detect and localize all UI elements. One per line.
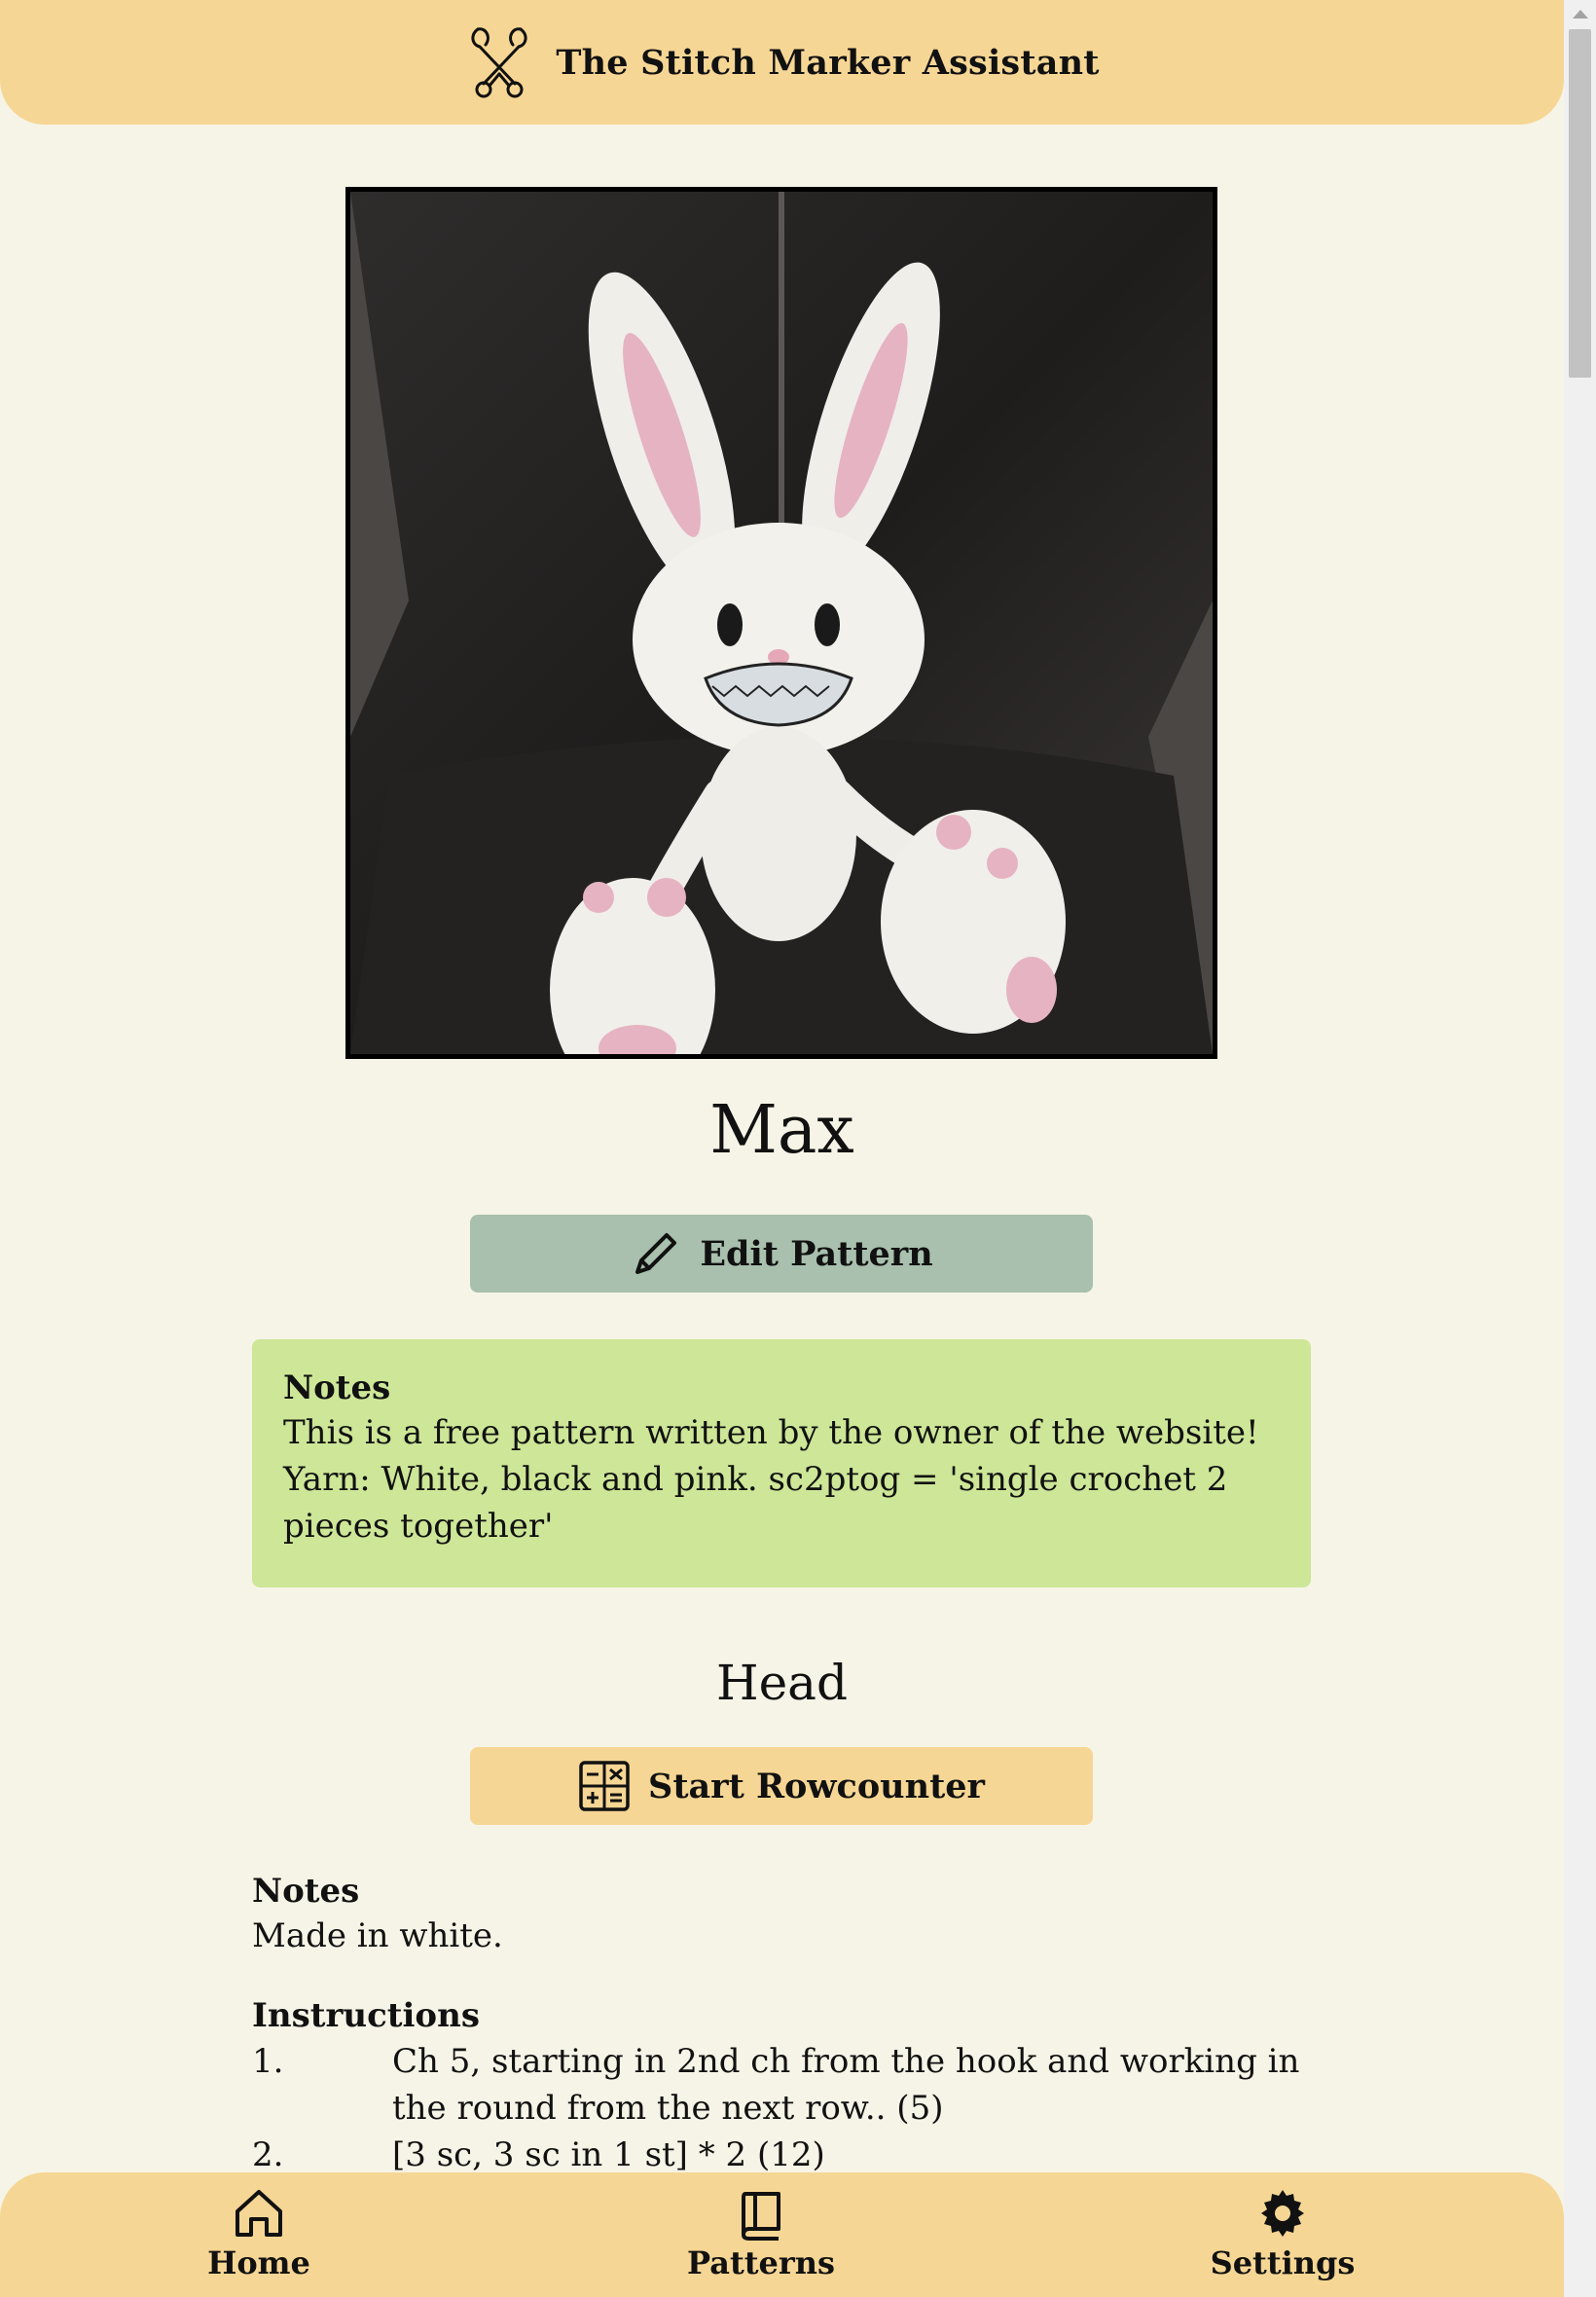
instruction-text: [3 sc, 3 sc in 1 st] * 2 (12) [392,2135,825,2174]
vertical-scrollbar[interactable] [1564,0,1596,2297]
scrollbar-thumb[interactable] [1569,29,1591,378]
instructions-block: Instructions 1. Ch 5, starting in 2nd ch… [252,1993,1311,2178]
pattern-notes-heading: Notes [283,1368,391,1407]
scroll-up-arrow-icon[interactable] [1573,10,1588,18]
home-icon [236,2190,282,2237]
instruction-number: 1. [252,2042,284,2081]
section-title: Head [715,1655,848,1711]
nav-settings[interactable]: Settings [1185,2186,1380,2281]
instructions-heading: Instructions [252,1996,480,2035]
instruction-text: Ch 5, starting in 2nd ch from the hook a… [392,2042,1300,2128]
pattern-photo [345,187,1217,1059]
bottom-navigation: Home Patterns Settings [0,2172,1564,2297]
section-notes-text: Made in white. [252,1916,503,1955]
pencil-icon [635,1233,677,1274]
edit-pattern-button[interactable]: Edit Pattern [470,1215,1093,1293]
pattern-title: Max [709,1092,854,1169]
nav-patterns[interactable]: Patterns [664,2186,858,2281]
crochet-bunny-image [350,192,1213,1054]
section-notes: Notes Made in white. [252,1869,1311,1958]
edit-pattern-label: Edit Pattern [700,1233,933,1274]
page-viewport: The Stitch Marker Assistant Max Edit Pat… [0,0,1564,2297]
instruction-number: 2. [252,2135,284,2174]
instruction-item: 2. [3 sc, 3 sc in 1 st] * 2 (12) [252,2132,1311,2178]
app-title: The Stitch Marker Assistant [556,42,1100,83]
app-header: The Stitch Marker Assistant [0,0,1564,125]
book-icon [742,2192,780,2241]
calculator-icon [579,1761,630,1811]
stitch-marker-logo-icon [471,27,527,98]
nav-home-label: Home [207,2244,310,2281]
section-notes-heading: Notes [252,1872,360,1911]
nav-patterns-label: Patterns [687,2244,835,2281]
instruction-item: 1. Ch 5, starting in 2nd ch from the hoo… [252,2038,1311,2132]
start-rowcounter-button[interactable]: Start Rowcounter [470,1747,1093,1825]
nav-home[interactable]: Home [162,2186,356,2281]
nav-settings-label: Settings [1210,2244,1356,2281]
pattern-notes-card: Notes This is a free pattern written by … [252,1339,1311,1587]
pattern-notes-text: This is a free pattern written by the ow… [283,1413,1259,1546]
start-rowcounter-label: Start Rowcounter [648,1766,985,1806]
gear-icon [1261,2190,1304,2237]
